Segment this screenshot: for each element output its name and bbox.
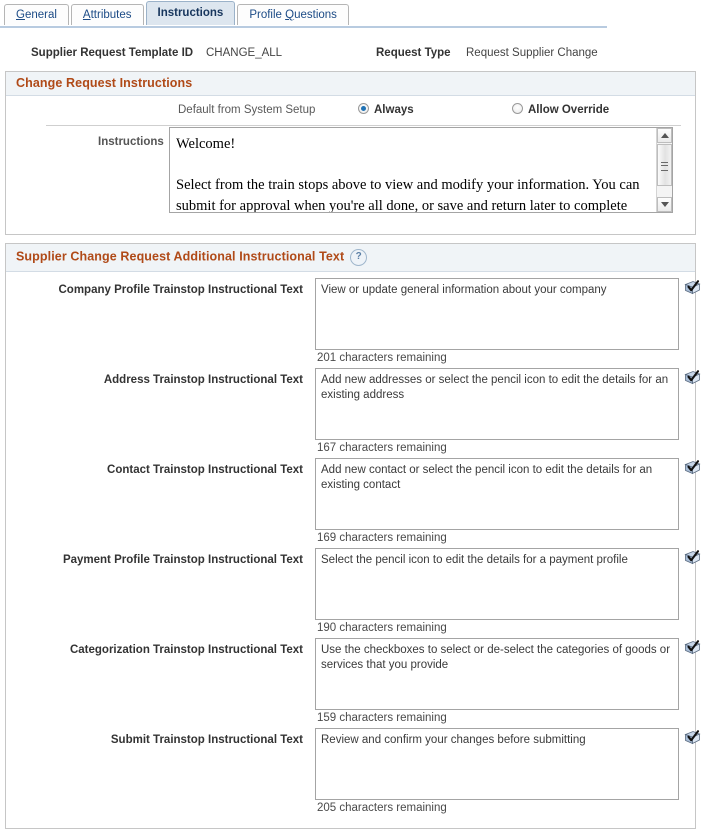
trainstop-row: Contact Trainstop Instructional Text Add …: [6, 458, 701, 548]
radio-always-indicator[interactable]: [358, 103, 369, 114]
tab-instructions[interactable]: Instructions: [145, 1, 236, 25]
instructions-scrollbar[interactable]: [656, 128, 672, 212]
instructions-label: Instructions: [98, 136, 164, 148]
default-from-system-setup-label: Default from System Setup: [178, 104, 316, 116]
change-request-instructions-body: Default from System Setup Always Allow O…: [6, 96, 695, 234]
trainstop-label: Company Profile Trainstop Instructional …: [58, 284, 303, 296]
trainstop-row: Address Trainstop Instructional Text Add …: [6, 368, 701, 458]
trainstop-row: Payment Profile Trainstop Instructional …: [6, 548, 701, 638]
page-header: Supplier Request Template ID CHANGE_ALL …: [0, 41, 701, 71]
tab-profile-questions-pre: Profile: [249, 9, 286, 21]
template-id-value: CHANGE_ALL: [206, 47, 283, 59]
instructions-textarea[interactable]: Welcome! Select from the train stops abo…: [169, 127, 673, 213]
characters-remaining-text: 201 characters remaining: [317, 352, 447, 364]
trainstop-textarea-value: Add new addresses or select the pencil i…: [321, 374, 669, 402]
scroll-down-arrow-icon[interactable]: [657, 197, 672, 212]
scroll-up-arrow-icon[interactable]: [657, 128, 672, 143]
trainstop-row: Submit Trainstop Instructional Text Revie…: [6, 728, 701, 820]
tab-profile-questions-rest: uestions: [294, 9, 337, 21]
additional-instructional-text-title-label: Supplier Change Request Additional Instr…: [16, 249, 345, 264]
request-type-label: Request Type: [376, 47, 451, 59]
spellcheck-icon[interactable]: [684, 550, 701, 566]
template-id-label: Supplier Request Template ID: [31, 47, 194, 59]
trainstop-textarea[interactable]: View or update general information about…: [315, 278, 679, 350]
characters-remaining-text: 205 characters remaining: [317, 802, 447, 814]
help-question-icon[interactable]: ?: [350, 248, 368, 266]
trainstop-textarea[interactable]: Add new contact or select the pencil ico…: [315, 458, 679, 530]
trainstop-textarea[interactable]: Select the pencil icon to edit the detai…: [315, 548, 679, 620]
trainstop-row: Categorization Trainstop Instructional T…: [6, 638, 701, 728]
request-type-value: Request Supplier Change: [466, 47, 598, 59]
default-from-system-setup-row: Default from System Setup Always Allow O…: [6, 96, 695, 126]
trainstop-rows-container: Company Profile Trainstop Instructional …: [6, 272, 701, 828]
trainstop-textarea-value: Review and confirm your changes before s…: [321, 734, 586, 746]
tab-instructions-label: Instructions: [157, 7, 224, 19]
trainstop-textarea-value: View or update general information about…: [321, 284, 607, 296]
tab-attributes[interactable]: Attributes: [70, 4, 144, 25]
additional-instructional-text-panel: Supplier Change Request Additional Instr…: [5, 243, 701, 829]
trainstop-row: Company Profile Trainstop Instructional …: [6, 278, 701, 368]
tab-profile-questions[interactable]: Profile Questions: [237, 4, 349, 25]
trainstop-textarea[interactable]: Review and confirm your changes before s…: [315, 728, 679, 800]
tab-bar-underline: [0, 26, 607, 28]
tab-attributes-label: ttributes: [90, 9, 132, 21]
tab-bar: General Attributes Instructions Profile Que…: [0, 0, 701, 28]
spellcheck-icon[interactable]: [684, 460, 701, 476]
trainstop-textarea[interactable]: Use the checkboxes to select or de-selec…: [315, 638, 679, 710]
radio-allow-override[interactable]: Allow Override: [512, 103, 609, 116]
trainstop-label: Contact Trainstop Instructional Text: [107, 464, 303, 476]
trainstop-textarea-value: Add new contact or select the pencil ico…: [321, 464, 653, 492]
spellcheck-icon[interactable]: [684, 730, 701, 746]
radio-always[interactable]: Always: [358, 103, 414, 116]
spellcheck-icon[interactable]: [684, 640, 701, 656]
characters-remaining-text: 159 characters remaining: [317, 712, 447, 724]
tab-general[interactable]: General: [4, 4, 69, 25]
instructions-row: Instructions Welcome! Select from the tr…: [6, 126, 695, 234]
trainstop-textarea-value: Use the checkboxes to select or de-selec…: [321, 644, 671, 672]
trainstop-label: Address Trainstop Instructional Text: [103, 374, 303, 386]
radio-allow-override-indicator[interactable]: [512, 103, 523, 114]
trainstop-label: Categorization Trainstop Instructional T…: [69, 644, 303, 656]
change-request-instructions-title: Change Request Instructions: [6, 72, 695, 96]
radio-always-label: Always: [374, 104, 414, 116]
trainstop-label: Submit Trainstop Instructional Text: [110, 734, 303, 746]
change-request-instructions-panel: Change Request Instructions Default from…: [5, 71, 696, 235]
scrollbar-thumb[interactable]: [657, 144, 672, 186]
trainstop-label: Payment Profile Trainstop Instructional …: [62, 554, 303, 566]
radio-allow-override-label: Allow Override: [528, 104, 610, 116]
trainstop-textarea[interactable]: Add new addresses or select the pencil i…: [315, 368, 679, 440]
tab-general-label: eneral: [24, 9, 57, 21]
characters-remaining-text: 169 characters remaining: [317, 532, 447, 544]
characters-remaining-text: 167 characters remaining: [317, 442, 447, 454]
additional-instructional-text-title: Supplier Change Request Additional Instr…: [6, 244, 695, 272]
spellcheck-icon[interactable]: [684, 280, 701, 296]
spellcheck-icon[interactable]: [684, 370, 701, 386]
trainstop-textarea-value: Select the pencil icon to edit the detai…: [321, 554, 628, 566]
scrollbar-grip-icon: [661, 162, 668, 171]
characters-remaining-text: 190 characters remaining: [317, 622, 447, 634]
instructions-textarea-value: Welcome! Select from the train stops abo…: [176, 136, 640, 213]
